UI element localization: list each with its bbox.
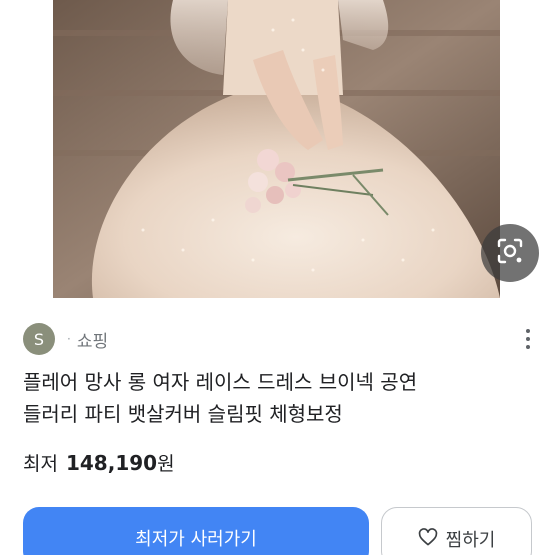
wishlist-label: 찜하기 — [445, 530, 496, 551]
seller-name[interactable]: 쇼핑 — [77, 327, 108, 352]
price-label: 최저 — [23, 453, 58, 475]
product-title-line2: 들러리 파티 뱃살커버 슬림핏 체형보정 — [23, 402, 343, 426]
price-row: 최저 148,190 원 — [23, 449, 175, 479]
buy-lowest-price-button[interactable]: 최저가 사러가기 — [23, 507, 369, 555]
seller-row: S · 쇼핑 — [23, 323, 538, 355]
separator-dot: · — [67, 332, 71, 346]
lens-search-icon — [495, 236, 525, 270]
product-title-line1: 플레어 망사 롱 여자 레이스 드레스 브이넥 공연 — [23, 370, 418, 394]
heart-icon — [418, 526, 438, 553]
price-value: 148,190 — [65, 451, 158, 475]
buy-button-label: 최저가 사러가기 — [135, 529, 257, 550]
more-vertical-icon — [526, 329, 530, 333]
product-image-area — [0, 0, 555, 298]
price-unit: 원 — [157, 453, 175, 475]
more-options-button[interactable] — [518, 325, 538, 353]
product-title[interactable]: 플레어 망사 롱 여자 레이스 드레스 브이넥 공연 들러리 파티 뱃살커버 슬… — [23, 366, 538, 430]
shopping-product-page: S · 쇼핑 플레어 망사 롱 여자 레이스 드레스 브이넥 공연 들러리 파티… — [0, 0, 555, 555]
wishlist-button[interactable]: 찜하기 — [381, 507, 532, 555]
product-image[interactable] — [53, 0, 500, 298]
seller-avatar[interactable]: S — [23, 323, 55, 355]
lens-search-button[interactable] — [481, 224, 539, 282]
